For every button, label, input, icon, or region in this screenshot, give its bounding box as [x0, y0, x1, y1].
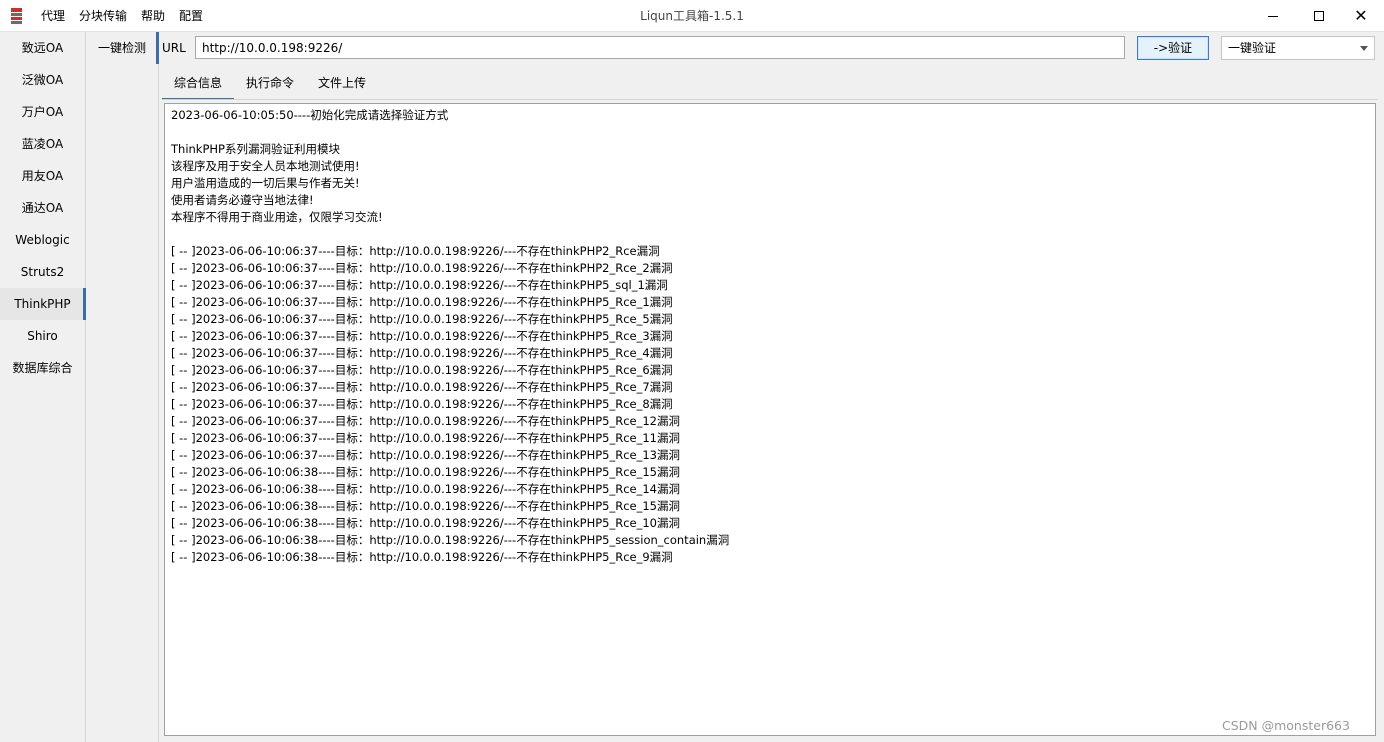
log-line: [ -- ]2023-06-06-10:06:38----目标：http://1…: [171, 516, 680, 530]
sidebar-item-weaver-oa[interactable]: 泛微OA: [0, 64, 85, 96]
log-line: 2023-06-06-10:05:50----初始化完成请选择验证方式: [171, 108, 449, 122]
minimize-button[interactable]: [1250, 0, 1296, 32]
tab-file-upload[interactable]: 文件上传: [306, 70, 378, 100]
tab-execute-command[interactable]: 执行命令: [234, 70, 306, 100]
url-input[interactable]: [195, 36, 1125, 59]
menu-help[interactable]: 帮助: [134, 0, 172, 32]
log-line: [ -- ]2023-06-06-10:06:37----目标：http://1…: [171, 244, 660, 258]
log-line: [ -- ]2023-06-06-10:06:38----目标：http://1…: [171, 482, 680, 496]
log-line: 该程序及用于安全人员本地测试使用!: [171, 159, 360, 173]
log-line: [ -- ]2023-06-06-10:06:38----目标：http://1…: [171, 499, 680, 513]
minimize-icon: [1268, 15, 1278, 17]
mode-select-value: 一键验证: [1228, 41, 1277, 55]
sidebar-item-database[interactable]: 数据库综合: [0, 352, 85, 384]
log-line: 本程序不得用于商业用途，仅限学习交流!: [171, 210, 383, 224]
menu-chunked-transfer[interactable]: 分块传输: [72, 0, 134, 32]
sidebar-item-yonyou-oa[interactable]: 用友OA: [0, 160, 85, 192]
log-line: [ -- ]2023-06-06-10:06:38----目标：http://1…: [171, 533, 730, 547]
log-line: [ -- ]2023-06-06-10:06:37----目标：http://1…: [171, 295, 673, 309]
sidebar-item-wanhu-oa[interactable]: 万户OA: [0, 96, 85, 128]
tab-overview[interactable]: 综合信息: [162, 70, 235, 100]
tab-divider: [162, 99, 1378, 100]
log-line: [ -- ]2023-06-06-10:06:38----目标：http://1…: [171, 550, 673, 564]
close-button[interactable]: ✕: [1338, 0, 1384, 32]
watermark: CSDN @monster663: [1222, 718, 1350, 733]
sidebar-item-struts2[interactable]: Struts2: [0, 256, 85, 288]
sidebar-item-shiro[interactable]: Shiro: [0, 320, 85, 352]
maximize-icon: [1314, 11, 1324, 21]
sub-sidebar-item-one-click-detect[interactable]: 一键检测: [86, 32, 159, 64]
menu-bar: 代理 分块传输 帮助 配置: [34, 0, 210, 32]
sidebar: 致远OA 泛微OA 万户OA 蓝凌OA 用友OA 通达OA Weblogic S…: [0, 32, 86, 742]
title-bar: Liqun工具箱-1.5.1 代理 分块传输 帮助 配置 ✕: [0, 0, 1384, 32]
tab-bar: 综合信息 执行命令 文件上传: [162, 70, 378, 100]
mode-select[interactable]: 一键验证: [1221, 36, 1375, 60]
log-line: [ -- ]2023-06-06-10:06:38----目标：http://1…: [171, 465, 680, 479]
chevron-down-icon: [1360, 46, 1368, 51]
log-line: [ -- ]2023-06-06-10:06:37----目标：http://1…: [171, 312, 673, 326]
menu-proxy[interactable]: 代理: [34, 0, 72, 32]
log-line: [ -- ]2023-06-06-10:06:37----目标：http://1…: [171, 261, 673, 275]
log-line: [ -- ]2023-06-06-10:06:37----目标：http://1…: [171, 363, 673, 377]
sidebar-item-seeyon-oa[interactable]: 致远OA: [0, 32, 85, 64]
log-line: [ -- ]2023-06-06-10:06:37----目标：http://1…: [171, 278, 668, 292]
sidebar-item-thinkphp[interactable]: ThinkPHP: [0, 288, 86, 320]
log-line: [ -- ]2023-06-06-10:06:37----目标：http://1…: [171, 346, 673, 360]
log-line: [ -- ]2023-06-06-10:06:37----目标：http://1…: [171, 380, 673, 394]
log-output[interactable]: 2023-06-06-10:05:50----初始化完成请选择验证方式 Think…: [164, 103, 1376, 736]
verify-button[interactable]: ->验证: [1137, 36, 1209, 60]
maximize-button[interactable]: [1296, 0, 1342, 32]
log-line: [ -- ]2023-06-06-10:06:37----目标：http://1…: [171, 414, 680, 428]
close-icon: ✕: [1354, 6, 1368, 25]
log-line: [ -- ]2023-06-06-10:06:37----目标：http://1…: [171, 448, 680, 462]
sidebar-item-landray-oa[interactable]: 蓝凌OA: [0, 128, 85, 160]
log-line: [ -- ]2023-06-06-10:06:37----目标：http://1…: [171, 329, 673, 343]
url-label: URL: [162, 41, 186, 55]
sidebar-item-tongda-oa[interactable]: 通达OA: [0, 192, 85, 224]
log-line: [ -- ]2023-06-06-10:06:37----目标：http://1…: [171, 431, 680, 445]
app-icon: [11, 8, 22, 24]
log-line: [ -- ]2023-06-06-10:06:37----目标：http://1…: [171, 397, 673, 411]
log-line: 使用者请务必遵守当地法律!: [171, 193, 314, 207]
log-line: 用户滥用造成的一切后果与作者无关!: [171, 176, 360, 190]
menu-config[interactable]: 配置: [172, 0, 210, 32]
log-line: ThinkPHP系列漏洞验证利用模块: [171, 142, 340, 156]
sub-sidebar: 一键检测: [86, 32, 159, 742]
sidebar-item-weblogic[interactable]: Weblogic: [0, 224, 85, 256]
